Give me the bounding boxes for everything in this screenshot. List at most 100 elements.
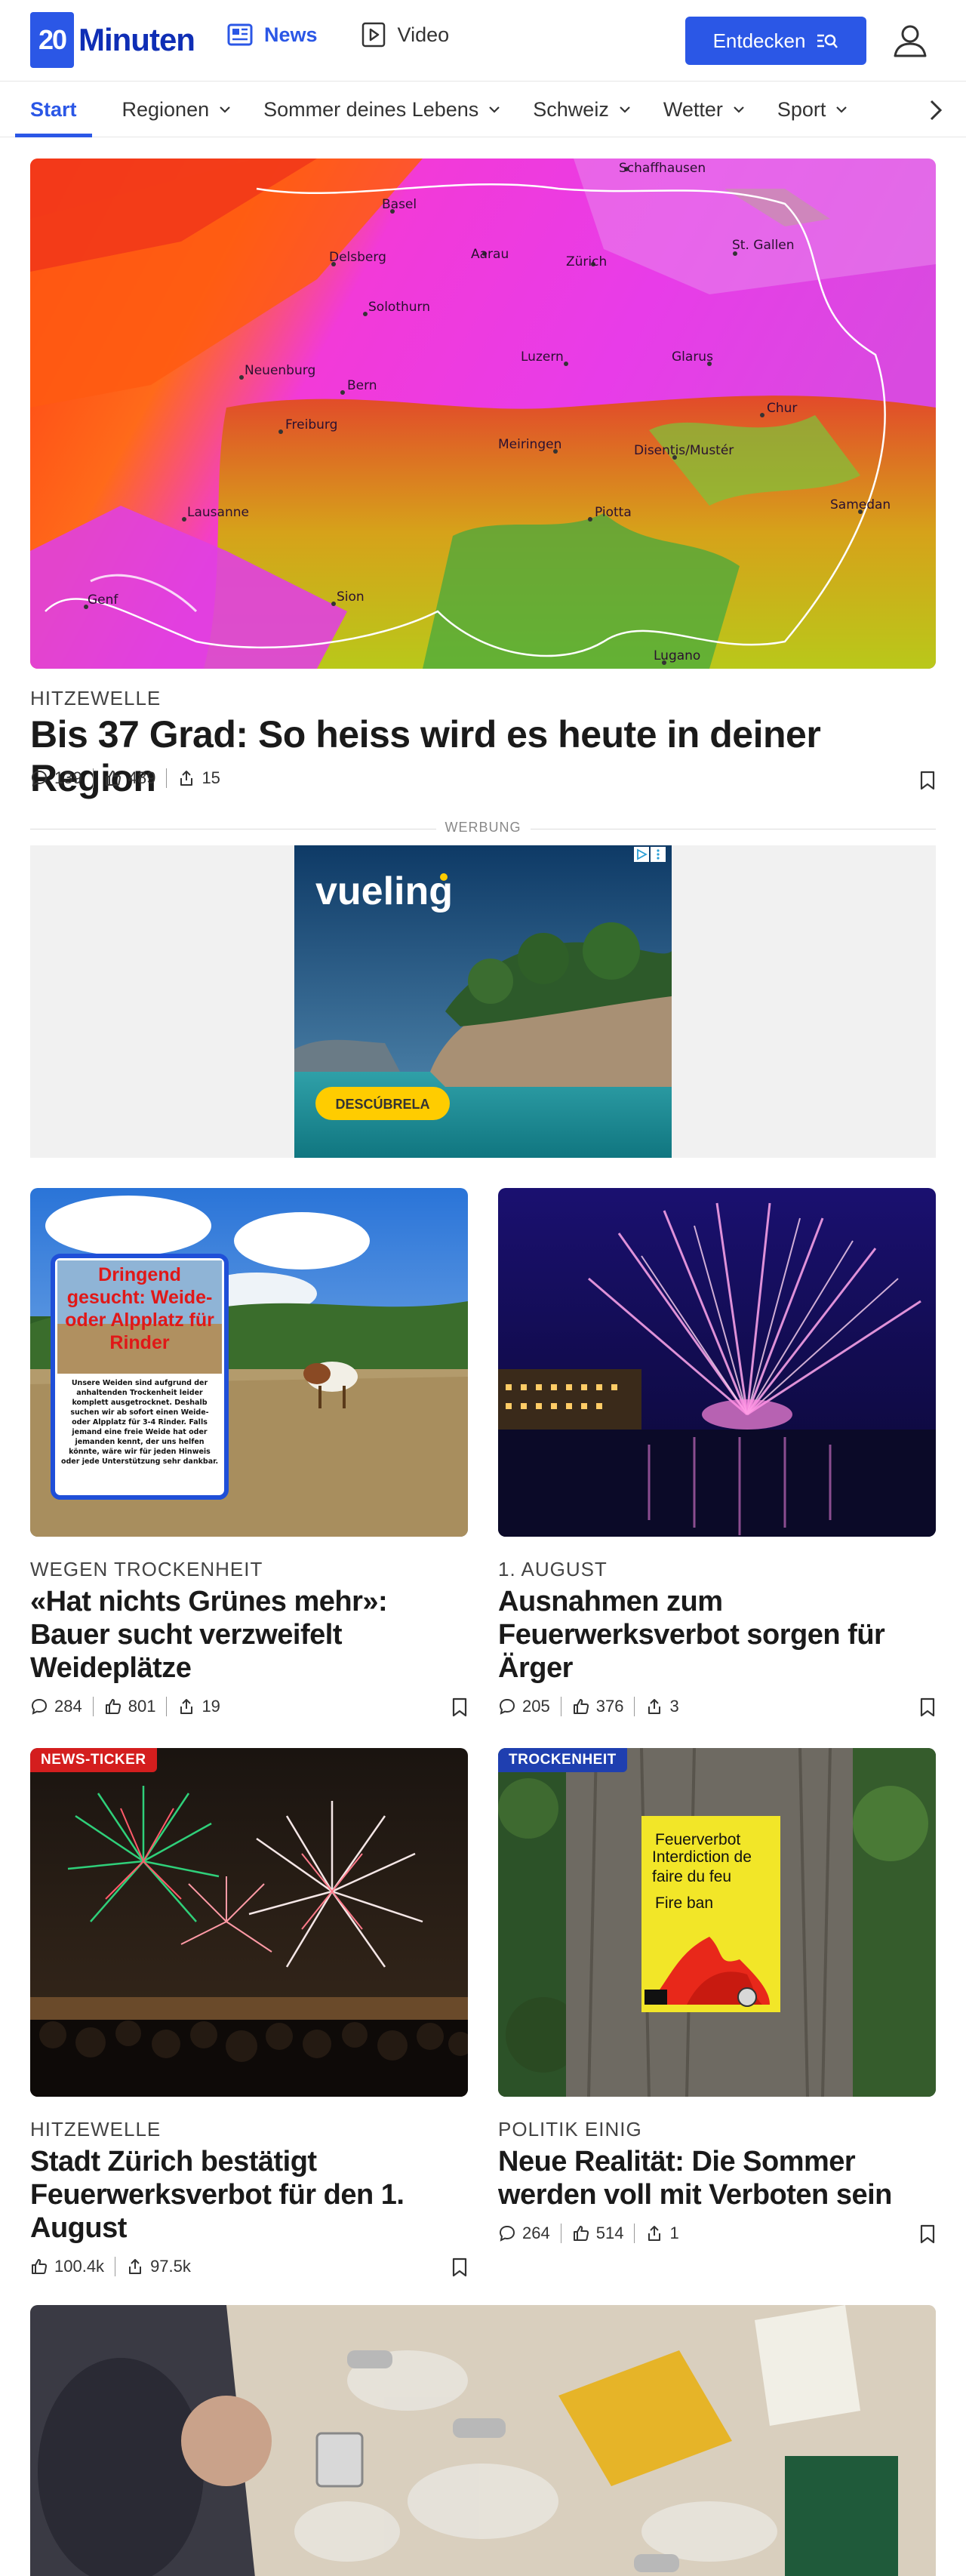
comment-count-value: 205	[522, 1697, 550, 1716]
hero-kicker: HITZEWELLE	[30, 687, 162, 709]
thumbs-up-icon	[32, 2259, 48, 2274]
meta-divider	[92, 768, 94, 788]
comment-count[interactable]: 264	[498, 2224, 550, 2243]
like-count[interactable]: 489	[104, 768, 156, 788]
subnav-item-sport[interactable]: Sport	[777, 82, 851, 137]
card-kicker: HITZEWELLE	[30, 2118, 162, 2141]
parcels-photo	[30, 2305, 936, 2576]
card-meta: 205 376 3	[498, 1697, 679, 1716]
like-count[interactable]: 100.4k	[30, 2257, 104, 2276]
thumbs-up-icon	[573, 2226, 589, 2241]
like-count-value: 801	[128, 1697, 156, 1716]
comment-icon	[499, 2225, 515, 2242]
card-image-zurich-fireworks[interactable]: NEWS-TICKER	[30, 1748, 468, 2097]
user-account-icon[interactable]	[889, 20, 931, 62]
share-count-value: 3	[669, 1697, 679, 1716]
card-headline[interactable]: Stadt Zürich bestätigt Feuerwerksverbot …	[30, 2145, 468, 2245]
bookmark-icon[interactable]	[919, 1697, 936, 1718]
logo-mark: 20	[30, 12, 74, 68]
share-count-value: 97.5k	[150, 2257, 191, 2276]
subnav-label: Schweiz	[533, 97, 609, 121]
comment-icon	[499, 1698, 515, 1715]
comment-count-value: 139	[54, 768, 82, 787]
subnav-label: Sport	[777, 97, 826, 121]
share-count[interactable]: 97.5k	[126, 2257, 191, 2276]
subnav-item-sommer[interactable]: Sommer deines Lebens	[263, 82, 503, 137]
like-count[interactable]: 801	[104, 1697, 156, 1716]
fireworks-photo	[498, 1188, 936, 1537]
chevron-down-icon	[836, 106, 848, 113]
teaser-image-parcels[interactable]	[30, 2305, 936, 2576]
chevron-right-icon[interactable]	[921, 95, 951, 125]
subnav-label: Wetter	[663, 97, 723, 121]
discover-button[interactable]: Entdecken	[685, 17, 866, 65]
comment-count-value: 264	[522, 2224, 550, 2242]
bookmark-icon[interactable]	[919, 770, 936, 791]
card-kicker: POLITIK EINIG	[498, 2118, 642, 2141]
share-count[interactable]: 19	[177, 1697, 220, 1716]
comment-icon	[31, 770, 48, 786]
subnav-label: Regionen	[122, 97, 210, 121]
card-kicker: WEGEN TROCKENHEIT	[30, 1558, 263, 1580]
bookmark-icon[interactable]	[451, 1697, 468, 1718]
bookmark-icon[interactable]	[919, 2224, 936, 2245]
main-nav: News Video	[226, 21, 449, 48]
comment-count-value: 284	[54, 1697, 82, 1716]
nav-video[interactable]: Video	[360, 21, 450, 48]
map-label: Disentis/Mustér	[634, 443, 734, 458]
comment-count[interactable]: 284	[30, 1697, 82, 1716]
meta-divider	[166, 1697, 168, 1716]
meta-divider	[634, 2224, 635, 2243]
sign-line-fire-ban: Fire ban	[655, 1894, 713, 1912]
logo[interactable]: 20 Minuten	[30, 12, 195, 68]
forest-sign-photo: Feuerverbot Interdiction de faire du feu…	[498, 1748, 936, 2097]
map-label: Samedan	[830, 497, 891, 512]
map-label: St. Gallen	[732, 238, 795, 253]
ad-creative[interactable]: vueling DESCÚBRELA	[294, 845, 672, 1158]
like-count[interactable]: 514	[572, 2224, 623, 2243]
like-count[interactable]: 376	[572, 1697, 623, 1716]
share-count[interactable]: 3	[645, 1697, 679, 1716]
map-label: Glarus	[672, 349, 713, 365]
card-image-fire-ban-sign[interactable]: TROCKENHEIT Feuerverbot Interdiction de …	[498, 1748, 936, 2097]
map-label: Bern	[347, 378, 377, 393]
share-count-value: 15	[202, 768, 220, 787]
poster-title: Dringend gesucht: Weide- oder Alpplatz f…	[65, 1264, 214, 1353]
ad-brand: vueling	[315, 869, 453, 913]
poster-text: Unsere Weiden sind aufgrund der anhalten…	[60, 1379, 219, 1466]
like-count-value: 489	[128, 768, 156, 787]
comment-count[interactable]: 139	[30, 768, 82, 788]
map-label: Freiburg	[285, 417, 337, 432]
map-label: Piotta	[595, 505, 632, 520]
share-count[interactable]: 15	[177, 768, 220, 788]
hero-heat-map-image[interactable]: Schaffhausen Basel St. Gallen Delsberg A…	[30, 158, 936, 669]
map-label: Zürich	[566, 254, 607, 269]
comment-count[interactable]: 205	[498, 1697, 550, 1716]
subnav-item-start[interactable]: Start	[15, 82, 92, 137]
ad-image: vueling DESCÚBRELA	[294, 845, 672, 1158]
nav-video-label: Video	[397, 23, 450, 46]
hero-meta: 139 489 15	[30, 768, 220, 788]
card-headline[interactable]: Neue Realität: Die Sommer werden voll mi…	[498, 2145, 936, 2211]
temperature-map: Schaffhausen Basel St. Gallen Delsberg A…	[30, 158, 936, 669]
nav-news[interactable]: News	[226, 21, 318, 48]
comment-icon	[31, 1698, 48, 1715]
thumbs-up-icon	[105, 1699, 121, 1714]
card-meta: 284 801 19	[30, 1697, 220, 1716]
card-headline[interactable]: Ausnahmen zum Feuerwerksverbot sorgen fü…	[498, 1585, 936, 1685]
share-count[interactable]: 1	[645, 2224, 679, 2243]
news-icon	[227, 23, 253, 46]
card-image-farmer[interactable]: Dringend gesucht: Weide- oder Alpplatz f…	[30, 1188, 468, 1537]
sign-line-feuerverbot: Feuerverbot	[655, 1831, 740, 1848]
subnav-item-wetter[interactable]: Wetter	[663, 82, 747, 137]
map-label: Basel	[382, 197, 417, 212]
bookmark-icon[interactable]	[451, 2257, 468, 2278]
map-label: Lausanne	[187, 505, 249, 520]
map-label: Delsberg	[329, 250, 386, 265]
card-image-fireworks-lake[interactable]	[498, 1188, 936, 1537]
subnav-item-regionen[interactable]: Regionen	[122, 82, 234, 137]
chevron-down-icon	[489, 106, 500, 113]
map-label: Chur	[767, 401, 797, 416]
card-headline[interactable]: «Hat nichts Grünes mehr»: Bauer sucht ve…	[30, 1585, 468, 1685]
subnav-item-schweiz[interactable]: Schweiz	[533, 82, 633, 137]
